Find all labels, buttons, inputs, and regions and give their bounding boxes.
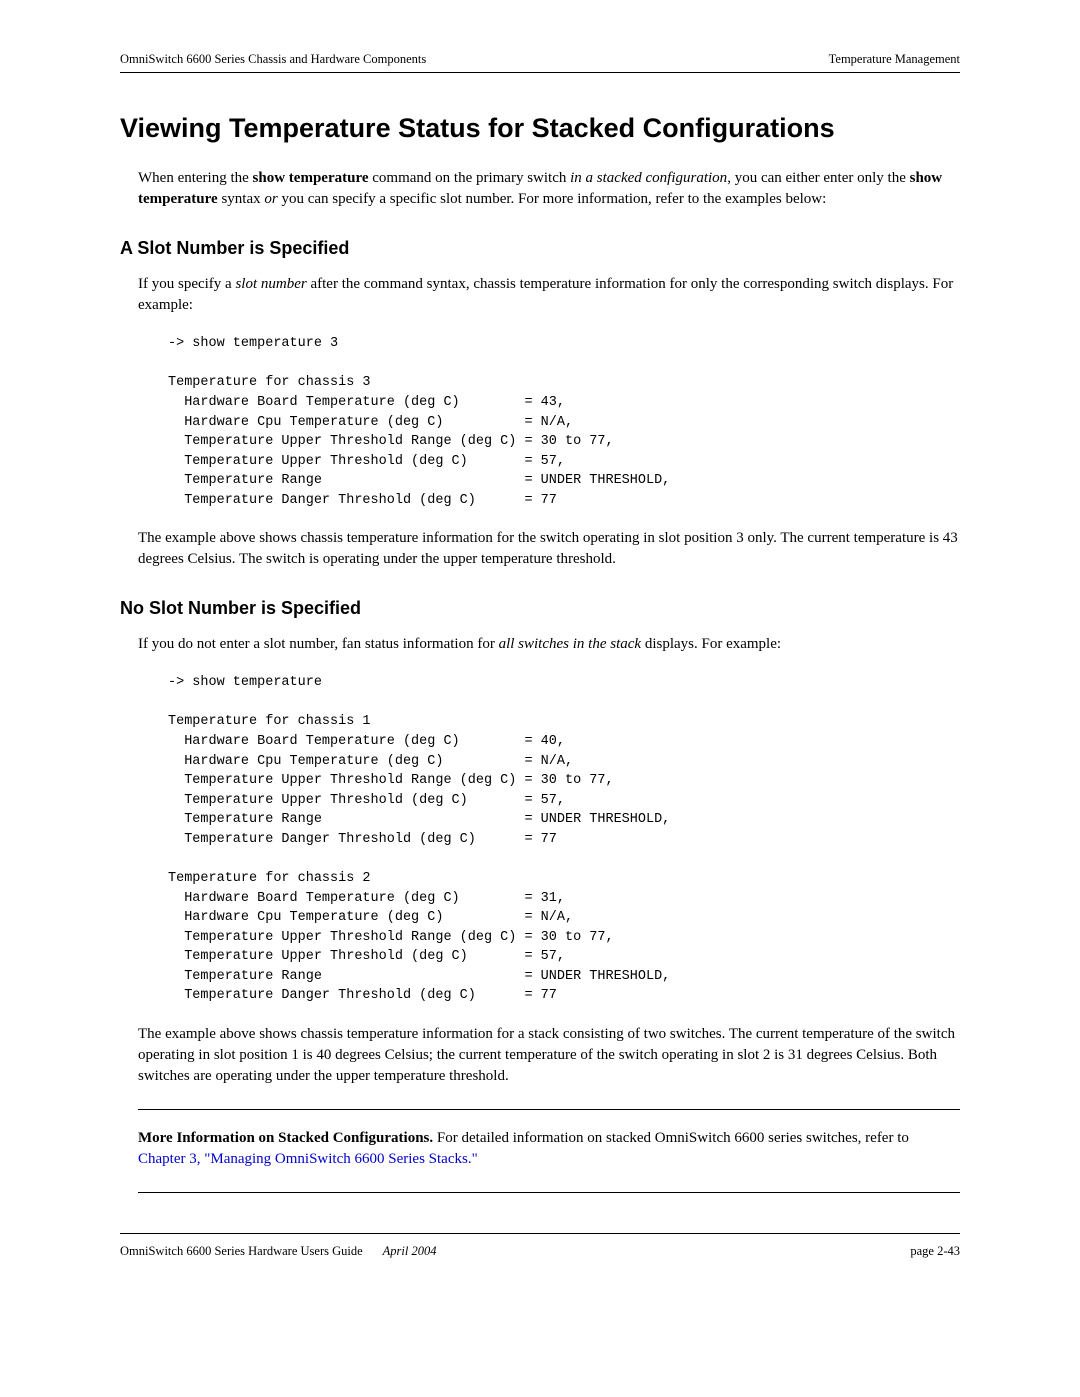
section1-paragraph: If you specify a slot number after the c… bbox=[138, 274, 960, 316]
footer-doc-title: OmniSwitch 6600 Series Hardware Users Gu… bbox=[120, 1242, 363, 1261]
section2-heading: No Slot Number is Specified bbox=[120, 595, 960, 622]
section1-after: The example above shows chassis temperat… bbox=[138, 528, 960, 570]
page-footer: OmniSwitch 6600 Series Hardware Users Gu… bbox=[120, 1233, 960, 1261]
section2-paragraph: If you do not enter a slot number, fan s… bbox=[138, 634, 960, 655]
section-rule-bottom bbox=[138, 1192, 960, 1193]
text: syntax bbox=[218, 191, 265, 207]
text: When entering the bbox=[138, 170, 253, 186]
cross-reference-link[interactable]: Chapter 3, "Managing OmniSwitch 6600 Ser… bbox=[138, 1151, 478, 1167]
text-bold: show temperature bbox=[253, 170, 369, 186]
text: , you can either enter only the bbox=[727, 170, 909, 186]
footer-left: OmniSwitch 6600 Series Hardware Users Gu… bbox=[120, 1242, 437, 1261]
header-left: OmniSwitch 6600 Series Chassis and Hardw… bbox=[120, 50, 426, 69]
footer-date: April 2004 bbox=[383, 1242, 437, 1261]
text: you can specify a specific slot number. … bbox=[278, 191, 827, 207]
text: For detailed information on stacked Omni… bbox=[433, 1130, 909, 1146]
page-header: OmniSwitch 6600 Series Chassis and Hardw… bbox=[120, 50, 960, 69]
text-italic: slot number bbox=[235, 276, 306, 292]
text: If you do not enter a slot number, fan s… bbox=[138, 636, 499, 652]
section1-heading: A Slot Number is Specified bbox=[120, 235, 960, 262]
more-info-paragraph: More Information on Stacked Configuratio… bbox=[138, 1128, 960, 1170]
text: displays. For example: bbox=[641, 636, 781, 652]
page-title: Viewing Temperature Status for Stacked C… bbox=[120, 108, 960, 149]
text-italic: or bbox=[264, 191, 277, 207]
text-bold: More Information on Stacked Configuratio… bbox=[138, 1130, 433, 1146]
text: If you specify a bbox=[138, 276, 235, 292]
section-rule-top bbox=[138, 1109, 960, 1110]
text-italic: in a stacked configuration bbox=[570, 170, 727, 186]
section2-after: The example above shows chassis temperat… bbox=[138, 1024, 960, 1087]
code-block-1: -> show temperature 3 Temperature for ch… bbox=[168, 334, 960, 510]
code-block-2: -> show temperature Temperature for chas… bbox=[168, 673, 960, 1006]
text: command on the primary switch bbox=[369, 170, 571, 186]
header-right: Temperature Management bbox=[829, 50, 960, 69]
header-rule bbox=[120, 72, 960, 73]
intro-paragraph: When entering the show temperature comma… bbox=[138, 168, 960, 210]
text-italic: all switches in the stack bbox=[499, 636, 641, 652]
footer-page-number: page 2-43 bbox=[910, 1242, 960, 1261]
